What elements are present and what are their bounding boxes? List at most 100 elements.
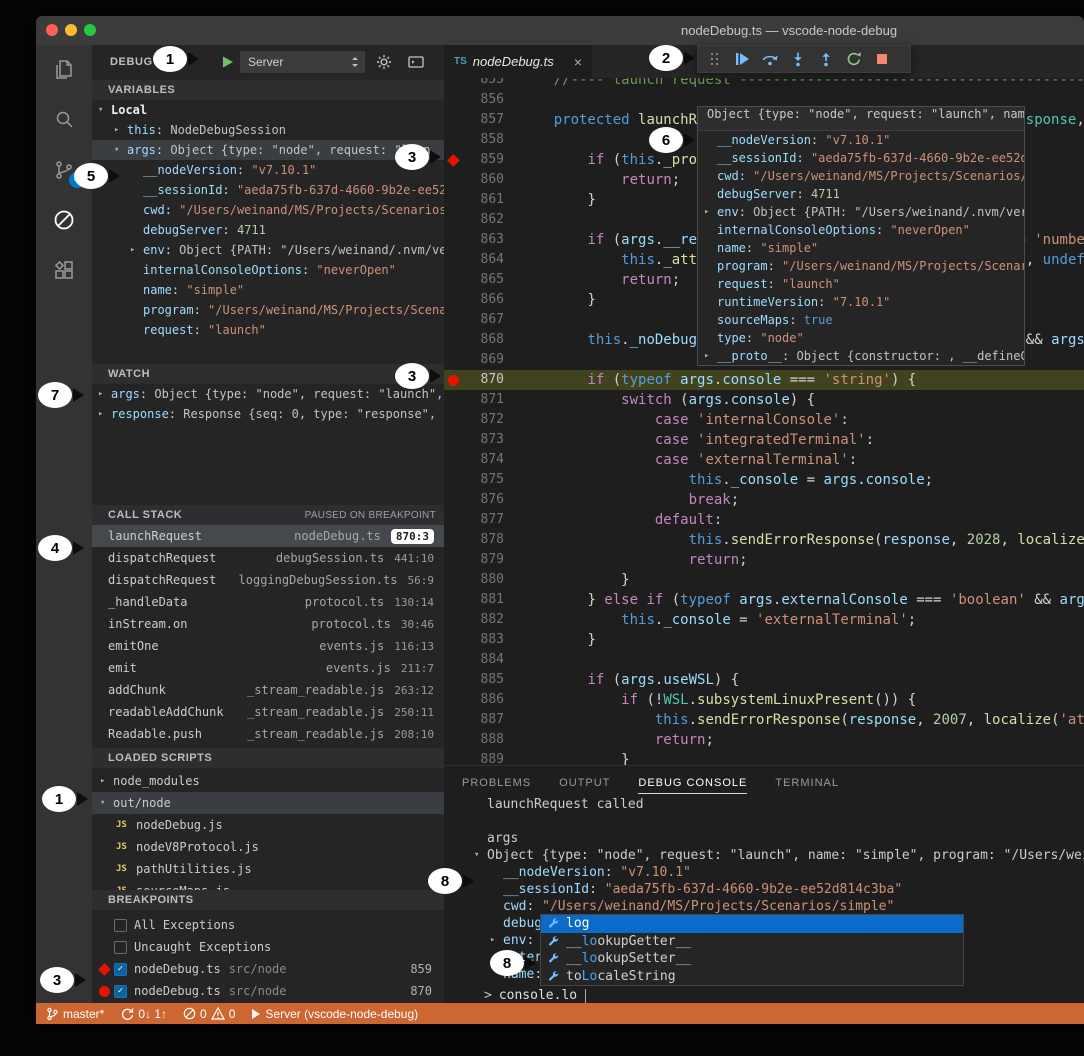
variable-row[interactable]: name: "simple" <box>92 280 444 300</box>
toolbar-drag-handle[interactable] <box>705 50 723 68</box>
loaded-script-row[interactable]: JSpathUtilities.js <box>92 858 444 880</box>
suggestion-item[interactable]: toLocaleString <box>541 968 963 986</box>
variable-row[interactable]: __sessionId: "aeda75fb-637d-4660-9b2e-ee… <box>468 881 1084 898</box>
variable-row[interactable]: cwd: "/Users/weinand/MS/Projects/Scenari… <box>92 200 444 220</box>
breakpoints-section-header[interactable]: BREAKPOINTS <box>92 890 444 910</box>
twisty-icon[interactable]: ▸ <box>704 203 717 221</box>
loaded-script-row[interactable]: ▸node_modules <box>92 770 444 792</box>
loaded-script-row[interactable]: JSnodeDebug.js <box>92 814 444 836</box>
configure-gear-button[interactable] <box>376 54 392 70</box>
panel-tab-terminal[interactable]: TERMINAL <box>775 777 839 794</box>
variable-row[interactable]: cwd: "/Users/weinand/MS/Projects/Scenari… <box>468 898 1084 915</box>
breakpoint-row[interactable]: Uncaught Exceptions <box>92 936 444 958</box>
variable-row[interactable]: type: "node" <box>698 329 1024 347</box>
suggestion-item[interactable]: log <box>541 915 963 933</box>
problems-status[interactable]: 0 0 <box>183 1007 235 1021</box>
variable-row[interactable]: request: "launch" <box>92 320 444 340</box>
breakpoint-checkbox[interactable]: ✓ <box>114 963 127 976</box>
stack-frame-row[interactable]: emitevents.js211:7 <box>92 657 444 679</box>
variable-row[interactable]: debugServer: 4711 <box>92 220 444 240</box>
breakpoint-row[interactable]: ✓nodeDebug.tssrc/node859 <box>92 958 444 980</box>
suggestion-item[interactable]: __lookupGetter__ <box>541 933 963 951</box>
variable-row[interactable]: __sessionId: "aeda75fb-637d-4660-9b2e-ee… <box>92 180 444 200</box>
twisty-icon[interactable]: ▸ <box>704 347 717 365</box>
panel-tab-problems[interactable]: PROBLEMS <box>462 777 531 794</box>
stack-frame-row[interactable]: addChunk_stream_readable.js263:12 <box>92 679 444 701</box>
restart-button[interactable] <box>845 50 863 68</box>
breakpoint-checkbox[interactable] <box>114 919 127 932</box>
variable-row[interactable]: program: "/Users/weinand/MS/Projects/Sce… <box>698 257 1024 275</box>
panel-tab-output[interactable]: OUTPUT <box>559 777 610 794</box>
debug-configuration-select[interactable]: Server <box>240 51 365 73</box>
twisty-icon[interactable]: ▾ <box>474 847 487 864</box>
stack-frame-row[interactable]: readableAddChunk_stream_readable.js250:1… <box>92 701 444 723</box>
variable-row[interactable]: ▾args: Object {type: "node", request: "l… <box>92 140 444 160</box>
variable-row[interactable]: cwd: "/Users/weinand/MS/Projects/Scenari… <box>698 167 1024 185</box>
twisty-icon[interactable]: ▸ <box>98 389 111 399</box>
variable-row[interactable]: internalConsoleOptions: "neverOpen" <box>698 221 1024 239</box>
variable-row[interactable]: __nodeVersion: "v7.10.1" <box>698 131 1024 149</box>
variable-row[interactable]: name: "simple" <box>698 239 1024 257</box>
stack-frame-row[interactable]: emitOneevents.js116:13 <box>92 635 444 657</box>
panel-tab-debug-console[interactable]: DEBUG CONSOLE <box>638 777 747 794</box>
step-into-button[interactable] <box>789 50 807 68</box>
twisty-icon[interactable]: ▸ <box>114 125 127 135</box>
variable-row[interactable]: __nodeVersion: "v7.10.1" <box>92 160 444 180</box>
variables-section-header[interactable]: VARIABLES <box>92 80 444 100</box>
extensions-button[interactable] <box>36 245 92 295</box>
callstack-section-header[interactable]: CALL STACKPAUSED ON BREAKPOINT <box>92 505 444 525</box>
console-input[interactable]: >console.lo <box>484 988 586 1003</box>
variable-row[interactable]: ▸env: Object {PATH: "/Users/weinand/.nvm… <box>698 203 1024 221</box>
source-control-button[interactable]: 4 <box>36 145 92 195</box>
breakpoint-checkbox[interactable]: ✓ <box>114 985 127 998</box>
loaded-script-row[interactable]: JSnodeV8Protocol.js <box>92 836 444 858</box>
variable-row[interactable]: internalConsoleOptions: "neverOpen" <box>92 260 444 280</box>
zoom-window-button[interactable] <box>84 24 96 36</box>
variable-row[interactable]: ▾Local <box>92 100 444 120</box>
variable-row[interactable]: request: "launch" <box>698 275 1024 293</box>
variable-row[interactable]: __nodeVersion: "v7.10.1" <box>468 864 1084 881</box>
sync-status[interactable]: 0↓ 1↑ <box>120 1007 167 1021</box>
git-branch-status[interactable]: master* <box>46 1007 104 1021</box>
stop-button[interactable] <box>873 50 891 68</box>
variable-row[interactable]: debugServer: 4711 <box>698 185 1024 203</box>
variable-row[interactable]: ▸__proto__: Object {constructor: , __def… <box>698 347 1024 365</box>
watch-section-header[interactable]: WATCH <box>92 364 444 384</box>
twisty-icon[interactable]: ▾ <box>98 105 111 115</box>
stack-frame-row[interactable]: inStream.onprotocol.ts30:46 <box>92 613 444 635</box>
variable-row[interactable]: ▸env: Object {PATH: "/Users/weinand/.nvm… <box>92 240 444 260</box>
twisty-icon[interactable]: ▸ <box>100 776 113 786</box>
stack-frame-row[interactable]: _handleDataprotocol.ts130:14 <box>92 591 444 613</box>
variable-row[interactable]: ▸response: Response {seq: 0, type: "resp… <box>92 404 444 424</box>
step-out-button[interactable] <box>817 50 835 68</box>
stack-frame-row[interactable]: Readable.push_stream_readable.js208:10 <box>92 723 444 745</box>
continue-button[interactable] <box>733 50 751 68</box>
debug-button[interactable] <box>36 195 92 245</box>
variable-row[interactable]: __sessionId: "aeda75fb-637d-4660-9b2e-ee… <box>698 149 1024 167</box>
close-window-button[interactable] <box>46 24 58 36</box>
stack-frame-row[interactable]: dispatchRequestloggingDebugSession.ts56:… <box>92 569 444 591</box>
loaded-script-row[interactable]: ▾out/node <box>92 792 444 814</box>
breakpoint-diamond-icon[interactable] <box>447 154 460 167</box>
breakpoint-row[interactable]: ✓nodeDebug.tssrc/node870 <box>92 980 444 1002</box>
debug-target-status[interactable]: Server (vscode-node-debug) <box>251 1007 418 1021</box>
minimize-window-button[interactable] <box>65 24 77 36</box>
breakpoint-circle-icon[interactable] <box>448 375 459 386</box>
variable-row[interactable]: runtimeVersion: "7.10.1" <box>698 293 1024 311</box>
variable-row[interactable]: ▸args: Object {type: "node", request: "l… <box>92 384 444 404</box>
start-debugging-button[interactable] <box>220 55 234 69</box>
explorer-button[interactable] <box>36 45 92 95</box>
loaded-scripts-section-header[interactable]: LOADED SCRIPTS <box>92 748 444 768</box>
stack-frame-row[interactable]: dispatchRequestdebugSession.ts441:10 <box>92 547 444 569</box>
twisty-icon[interactable]: ▸ <box>490 932 503 949</box>
close-tab-icon[interactable]: × <box>574 54 582 70</box>
twisty-icon[interactable]: ▸ <box>98 409 111 419</box>
twisty-icon[interactable]: ▾ <box>100 798 113 808</box>
open-debug-console-button[interactable] <box>408 54 424 70</box>
variable-row[interactable]: sourceMaps: true <box>698 311 1024 329</box>
suggestion-item[interactable]: __lookupSetter__ <box>541 950 963 968</box>
twisty-icon[interactable]: ▸ <box>130 245 143 255</box>
twisty-icon[interactable]: ▾ <box>114 145 127 155</box>
variable-row[interactable]: ▸this: NodeDebugSession <box>92 120 444 140</box>
stack-frame-row[interactable]: launchRequestnodeDebug.ts870:3 <box>92 525 444 547</box>
